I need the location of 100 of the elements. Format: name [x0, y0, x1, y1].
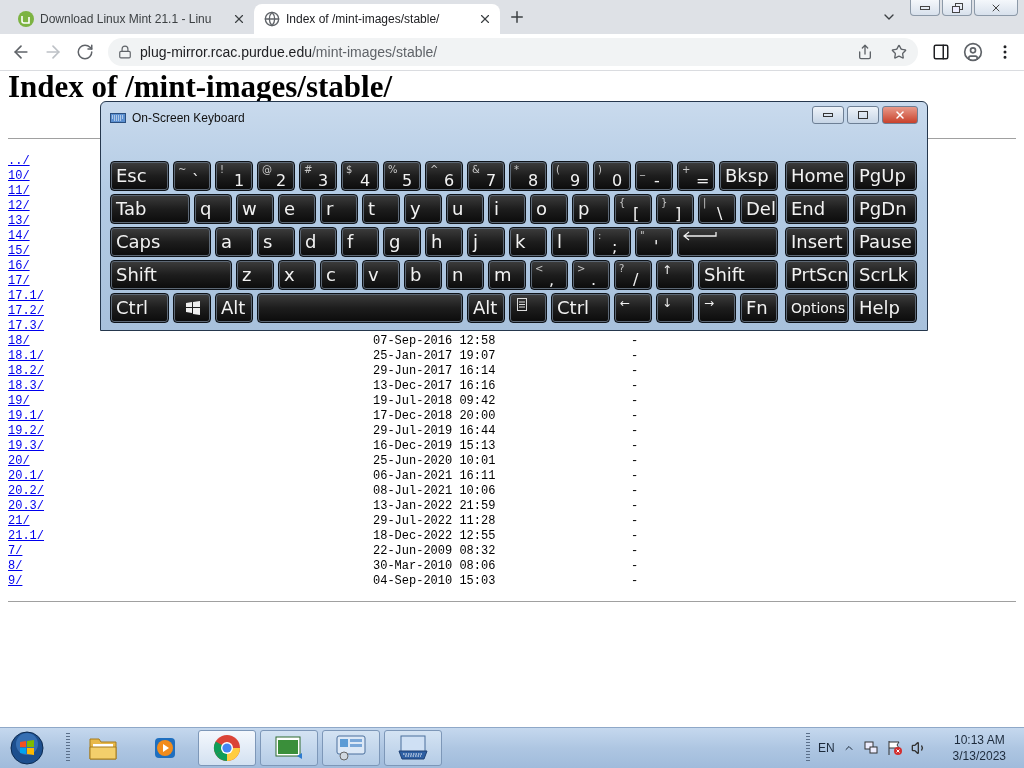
directory-link[interactable]: 17/	[8, 274, 30, 288]
keyboard-key[interactable]: z	[236, 260, 274, 290]
keyboard-key[interactable]: Fn	[740, 293, 778, 323]
keyboard-key[interactable]: p	[572, 194, 610, 224]
flag-icon[interactable]	[886, 740, 903, 756]
keyboard-key[interactable]: ↓	[656, 293, 694, 323]
directory-link[interactable]: 18/	[8, 334, 30, 348]
keyboard-key[interactable]: t	[362, 194, 400, 224]
keyboard-key[interactable]: % 5	[383, 161, 421, 191]
keyboard-key[interactable]: $ 4	[341, 161, 379, 191]
keyboard-key[interactable]: ^ 6	[425, 161, 463, 191]
address-bar[interactable]: plug-mirror.rcac.purdue.edu/mint-images/stable/	[108, 38, 918, 66]
keyboard-key[interactable]: ~ `	[173, 161, 211, 191]
directory-link[interactable]: 17.1/	[8, 289, 44, 303]
keyboard-key[interactable]: k	[509, 227, 547, 257]
keyboard-key[interactable]: n	[446, 260, 484, 290]
space-key[interactable]	[257, 293, 463, 323]
keyboard-key[interactable]: ScrLk	[853, 260, 917, 290]
directory-link[interactable]: 7/	[8, 544, 23, 558]
clock[interactable]: 10:13 AM 3/13/2023	[952, 732, 1006, 764]
keyboard-key[interactable]	[677, 227, 778, 257]
keyboard-key[interactable]	[509, 293, 547, 323]
keyboard-key[interactable]: u	[446, 194, 484, 224]
keyboard-key[interactable]: Home	[785, 161, 849, 191]
keyboard-key[interactable]: & 7	[467, 161, 505, 191]
keyboard-key[interactable]: x	[278, 260, 316, 290]
keyboard-key[interactable]: End	[785, 194, 849, 224]
directory-link[interactable]: 17.2/	[8, 304, 44, 318]
network-icon[interactable]	[862, 740, 879, 756]
directory-link[interactable]: 19/	[8, 394, 30, 408]
keyboard-key[interactable]: m	[488, 260, 526, 290]
taskbar-app-button[interactable]	[198, 730, 256, 766]
directory-link[interactable]: 18.2/	[8, 364, 44, 378]
keyboard-key[interactable]: Pause	[853, 227, 917, 257]
keyboard-key[interactable]: Options	[785, 293, 849, 323]
keyboard-key[interactable]: { [	[614, 194, 652, 224]
keyboard-key[interactable]: Shift	[698, 260, 778, 290]
keyboard-key[interactable]: e	[278, 194, 316, 224]
directory-link[interactable]: 14/	[8, 229, 30, 243]
keyboard-key[interactable]: h	[425, 227, 463, 257]
keyboard-key[interactable]: d	[299, 227, 337, 257]
keyboard-key[interactable]: j	[467, 227, 505, 257]
keyboard-key[interactable]: Help	[853, 293, 917, 323]
keyboard-key[interactable]: l	[551, 227, 589, 257]
directory-link[interactable]: 19.1/	[8, 409, 44, 423]
keyboard-key[interactable]: > .	[572, 260, 610, 290]
keyboard-key[interactable]: Ctrl	[551, 293, 610, 323]
directory-link[interactable]: ../	[8, 154, 30, 168]
keyboard-key[interactable]: Caps	[110, 227, 211, 257]
keyboard-key[interactable]: g	[383, 227, 421, 257]
directory-link[interactable]: 20/	[8, 454, 30, 468]
directory-link[interactable]: 21.1/	[8, 529, 44, 543]
keyboard-key[interactable]: ↑	[656, 260, 694, 290]
directory-link[interactable]: 10/	[8, 169, 30, 183]
keyboard-key[interactable]: c	[320, 260, 358, 290]
restore-button[interactable]	[942, 0, 972, 16]
keyboard-key[interactable]: _ -	[635, 161, 673, 191]
directory-link[interactable]: 18.3/	[8, 379, 44, 393]
keyboard-key[interactable]: Insert	[785, 227, 849, 257]
maximize-button[interactable]	[847, 105, 879, 124]
directory-link[interactable]: 20.2/	[8, 484, 44, 498]
keyboard-key[interactable]: : ;	[593, 227, 631, 257]
taskbar-app-button[interactable]	[260, 730, 318, 766]
keyboard-key[interactable]: PgDn	[853, 194, 917, 224]
keyboard-key[interactable]: # 3	[299, 161, 337, 191]
keyboard-key[interactable]: y	[404, 194, 442, 224]
keyboard-key[interactable]: * 8	[509, 161, 547, 191]
keyboard-key[interactable]: Alt	[467, 293, 505, 323]
keyboard-key[interactable]: ←	[614, 293, 652, 323]
start-button[interactable]	[10, 731, 44, 765]
close-icon[interactable]	[232, 12, 246, 26]
keyboard-key[interactable]: PrtScn	[785, 260, 849, 290]
directory-link[interactable]: 15/	[8, 244, 30, 258]
keyboard-key[interactable]: Tab	[110, 194, 190, 224]
keyboard-key[interactable]: ) 0	[593, 161, 631, 191]
keyboard-key[interactable]: " '	[635, 227, 673, 257]
directory-link[interactable]: 12/	[8, 199, 30, 213]
keyboard-key[interactable]: Bksp	[719, 161, 778, 191]
language-indicator[interactable]: EN	[817, 741, 835, 755]
directory-link[interactable]: 19.3/	[8, 439, 44, 453]
keyboard-key[interactable]: v	[362, 260, 400, 290]
keyboard-key[interactable]: PgUp	[853, 161, 917, 191]
keyboard-key[interactable]: Del	[740, 194, 778, 224]
keyboard-key[interactable]: a	[215, 227, 253, 257]
directory-link[interactable]: 13/	[8, 214, 30, 228]
keyboard-key[interactable]	[173, 293, 211, 323]
keyboard-key[interactable]: ( 9	[551, 161, 589, 191]
directory-link[interactable]: 16/	[8, 259, 30, 273]
keyboard-key[interactable]: i	[488, 194, 526, 224]
browser-tab[interactable]: Download Linux Mint 21.1 - Linu	[8, 4, 254, 34]
keyboard-key[interactable]: Ctrl	[110, 293, 169, 323]
keyboard-key[interactable]: f	[341, 227, 379, 257]
close-icon[interactable]	[478, 12, 492, 26]
keyboard-key[interactable]: Esc	[110, 161, 169, 191]
directory-link[interactable]: 11/	[8, 184, 30, 198]
keyboard-key[interactable]: b	[404, 260, 442, 290]
directory-link[interactable]: 20.1/	[8, 469, 44, 483]
keyboard-key[interactable]: @ 2	[257, 161, 295, 191]
minimize-button[interactable]	[910, 0, 940, 16]
directory-link[interactable]: 17.3/	[8, 319, 44, 333]
